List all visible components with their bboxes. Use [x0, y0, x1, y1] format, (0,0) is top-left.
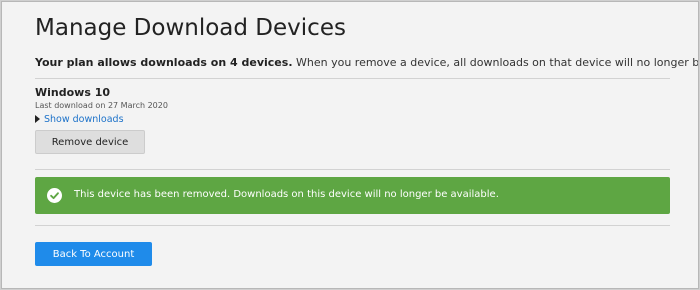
divider-top: [35, 78, 670, 79]
success-alert: This device has been removed. Downloads …: [35, 177, 670, 214]
triangle-right-icon: [35, 115, 40, 123]
plan-info: Your plan allows downloads on 4 devices.…: [35, 56, 699, 69]
last-download-date: Last download on 27 March 2020: [35, 101, 168, 110]
divider-middle: [35, 169, 670, 170]
show-downloads-toggle[interactable]: Show downloads: [35, 114, 124, 125]
check-circle-icon: [47, 188, 62, 203]
back-to-account-button[interactable]: Back To Account: [35, 242, 152, 266]
divider-bottom: [35, 225, 670, 226]
page-frame: Manage Download Devices Your plan allows…: [1, 1, 699, 289]
remove-device-button[interactable]: Remove device: [35, 130, 145, 154]
device-name: Windows 10: [35, 86, 111, 99]
show-downloads-link[interactable]: Show downloads: [44, 114, 124, 125]
alert-message: This device has been removed. Downloads …: [74, 189, 499, 200]
plan-description: When you remove a device, all downloads …: [295, 56, 699, 69]
plan-limit-text: Your plan allows downloads on 4 devices.: [35, 56, 293, 69]
page-title: Manage Download Devices: [35, 15, 346, 41]
